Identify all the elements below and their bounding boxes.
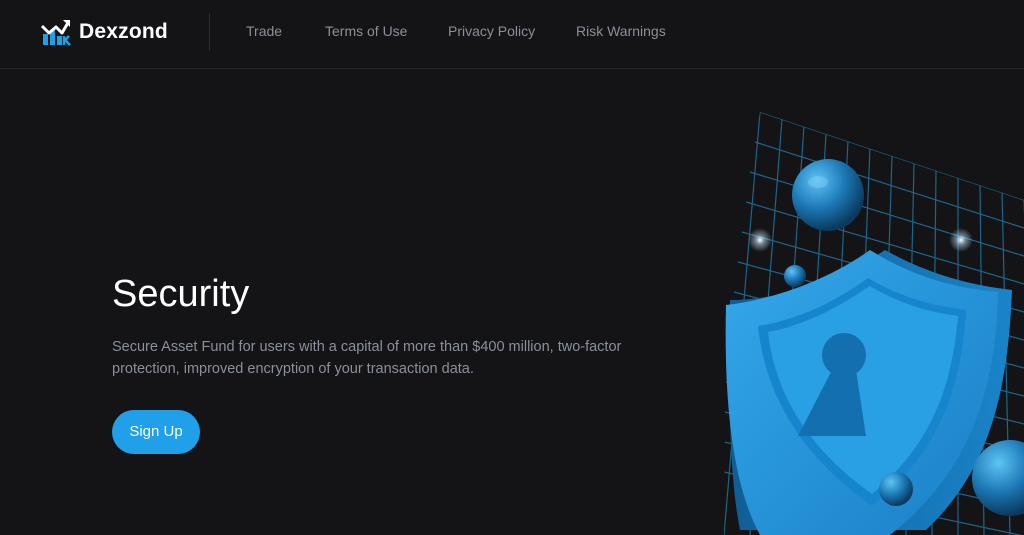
header-divider: [209, 13, 210, 51]
nav-item-trade[interactable]: Trade: [246, 23, 282, 39]
brand-name: Dexzond: [79, 20, 168, 43]
sign-up-button[interactable]: Sign Up: [112, 410, 200, 454]
top-navbar: Dexzond Trade Terms of Use Privacy Polic…: [0, 0, 1024, 69]
hero-description: Secure Asset Fund for users with a capit…: [112, 339, 622, 377]
hero-title: Security: [112, 273, 250, 315]
chart-growth-logo-icon: [40, 20, 71, 46]
nav-item-risk-warnings[interactable]: Risk Warnings: [576, 23, 666, 39]
nav-item-privacy-policy[interactable]: Privacy Policy: [448, 23, 535, 39]
page: Dexzond Trade Terms of Use Privacy Polic…: [0, 0, 1024, 535]
nav-item-terms-of-use[interactable]: Terms of Use: [325, 23, 407, 39]
brand-logo-link[interactable]: Dexzond: [40, 15, 168, 49]
security-shield-illustration: [724, 112, 1024, 535]
